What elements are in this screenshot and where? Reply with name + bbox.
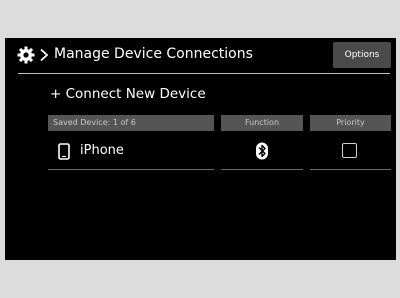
page-title: Manage Device Connections: [54, 46, 253, 62]
priority-column-header: Priority: [310, 115, 391, 131]
connect-new-device-button[interactable]: + Connect New Device: [50, 86, 206, 102]
device-screen: Manage Device Connections Options + Conn…: [5, 38, 396, 260]
row-divider: [310, 169, 391, 170]
saved-device-column-header: Saved Device: 1 of 6: [48, 115, 214, 131]
row-divider: [221, 169, 303, 170]
device-name[interactable]: iPhone: [80, 143, 124, 158]
row-divider: [48, 169, 214, 170]
gear-icon[interactable]: [17, 46, 35, 64]
device-row[interactable]: iPhone: [5, 131, 396, 171]
priority-checkbox[interactable]: [342, 143, 357, 158]
function-column-header: Function: [221, 115, 303, 131]
chevron-right-icon[interactable]: [39, 48, 49, 62]
header-bar: Manage Device Connections Options: [5, 38, 396, 73]
bluetooth-icon[interactable]: [254, 142, 270, 160]
options-button[interactable]: Options: [333, 42, 391, 68]
phone-icon: [58, 143, 70, 160]
header-divider: [18, 73, 390, 74]
